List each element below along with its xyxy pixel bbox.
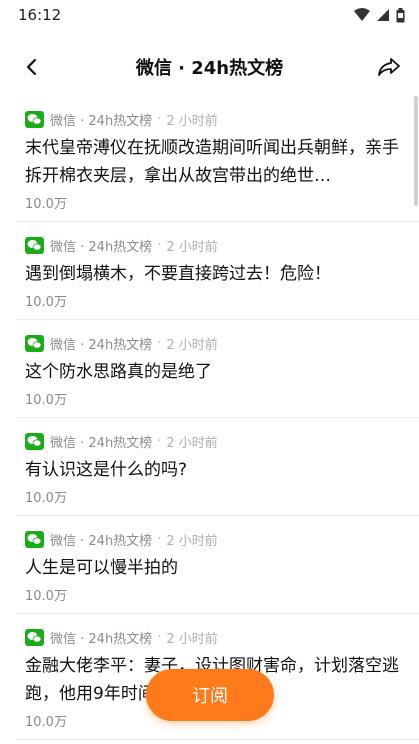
meta-separator: · [157, 111, 162, 127]
article-meta: 微信 · 24h热文榜 · 2 小时前 [25, 332, 405, 354]
article-source: 微信 · 24h热文榜 [50, 631, 153, 647]
wechat-icon [25, 628, 44, 646]
header: 微信 · 24h热文榜 [0, 42, 419, 92]
article-views: 10.0万 [25, 295, 67, 310]
meta-separator: · [157, 629, 162, 645]
article-meta: 微信 · 24h热文榜 · 2 小时前 [25, 108, 405, 130]
status-icons [354, 7, 405, 23]
article-item[interactable]: 微信 · 24h热文榜 · 2 小时前 人生是可以慢半拍的 10.0万 [16, 516, 419, 614]
article-meta: 微信 · 24h热文榜 · 2 小时前 [25, 626, 405, 648]
battery-icon [396, 7, 405, 22]
article-views: 10.0万 [25, 393, 67, 408]
article-time: 2 小时前 [166, 435, 218, 451]
article-title: 有认识这是什么的吗? [25, 460, 188, 480]
back-button[interactable] [18, 54, 44, 80]
share-button[interactable] [375, 54, 403, 80]
article-meta: 微信 · 24h热文榜 · 2 小时前 [25, 528, 405, 550]
article-title: 人生是可以慢半拍的 [25, 558, 178, 578]
article-source: 微信 · 24h热文榜 [50, 113, 153, 129]
article-source: 微信 · 24h热文榜 [50, 435, 153, 451]
chevron-left-icon [26, 58, 37, 76]
wechat-icon [25, 334, 44, 352]
wifi-icon [354, 8, 370, 21]
article-item[interactable]: 微信 · 24h热文榜 · 2 小时前 这个防水思路真的是绝了 10.0万 [16, 320, 419, 418]
page-title: 微信 · 24h热文榜 [135, 58, 284, 79]
article-time: 2 小时前 [166, 337, 218, 353]
article-time: 2 小时前 [166, 113, 218, 129]
share-icon [378, 58, 400, 76]
status-time: 16:12 [18, 6, 62, 24]
article-source: 微信 · 24h热文榜 [50, 533, 153, 549]
article-views: 10.0万 [25, 491, 67, 506]
wechat-icon [25, 236, 44, 254]
article-source: 微信 · 24h热文榜 [50, 337, 153, 353]
article-list: 微信 · 24h热文榜 · 2 小时前 末代皇帝溥仪在抚顺改造期间听闻出兵朝鲜，… [0, 96, 419, 740]
article-title: 末代皇帝溥仪在抚顺改造期间听闻出兵朝鲜，亲手拆开棉衣夹层，拿出从故宫带出的绝世… [25, 138, 399, 186]
article-title: 这个防水思路真的是绝了 [25, 362, 212, 382]
article-time: 2 小时前 [166, 631, 218, 647]
subscribe-button[interactable]: 订阅 [146, 669, 274, 721]
article-source: 微信 · 24h热文榜 [50, 239, 153, 255]
article-item[interactable]: 微信 · 24h热文榜 · 2 小时前 遇到倒塌横木，不要直接跨过去！危险！ 1… [16, 222, 419, 320]
status-bar: 16:12 [0, 0, 419, 30]
article-meta: 微信 · 24h热文榜 · 2 小时前 [25, 234, 405, 256]
article-meta: 微信 · 24h热文榜 · 2 小时前 [25, 430, 405, 452]
signal-icon [377, 9, 389, 21]
article-time: 2 小时前 [166, 533, 218, 549]
article-time: 2 小时前 [166, 239, 218, 255]
meta-separator: · [157, 433, 162, 449]
meta-separator: · [157, 237, 162, 253]
article-views: 10.0万 [25, 589, 67, 604]
wechat-icon [25, 110, 44, 128]
wechat-icon [25, 530, 44, 548]
meta-separator: · [157, 531, 162, 547]
article-title: 遇到倒塌横木，不要直接跨过去！危险！ [25, 264, 331, 284]
scrollbar[interactable] [414, 96, 418, 206]
article-views: 10.0万 [25, 197, 67, 212]
meta-separator: · [157, 335, 162, 351]
article-item[interactable]: 微信 · 24h热文榜 · 2 小时前 末代皇帝溥仪在抚顺改造期间听闻出兵朝鲜，… [16, 96, 419, 222]
article-item[interactable]: 微信 · 24h热文榜 · 2 小时前 有认识这是什么的吗? 10.0万 [16, 418, 419, 516]
wechat-icon [25, 432, 44, 450]
